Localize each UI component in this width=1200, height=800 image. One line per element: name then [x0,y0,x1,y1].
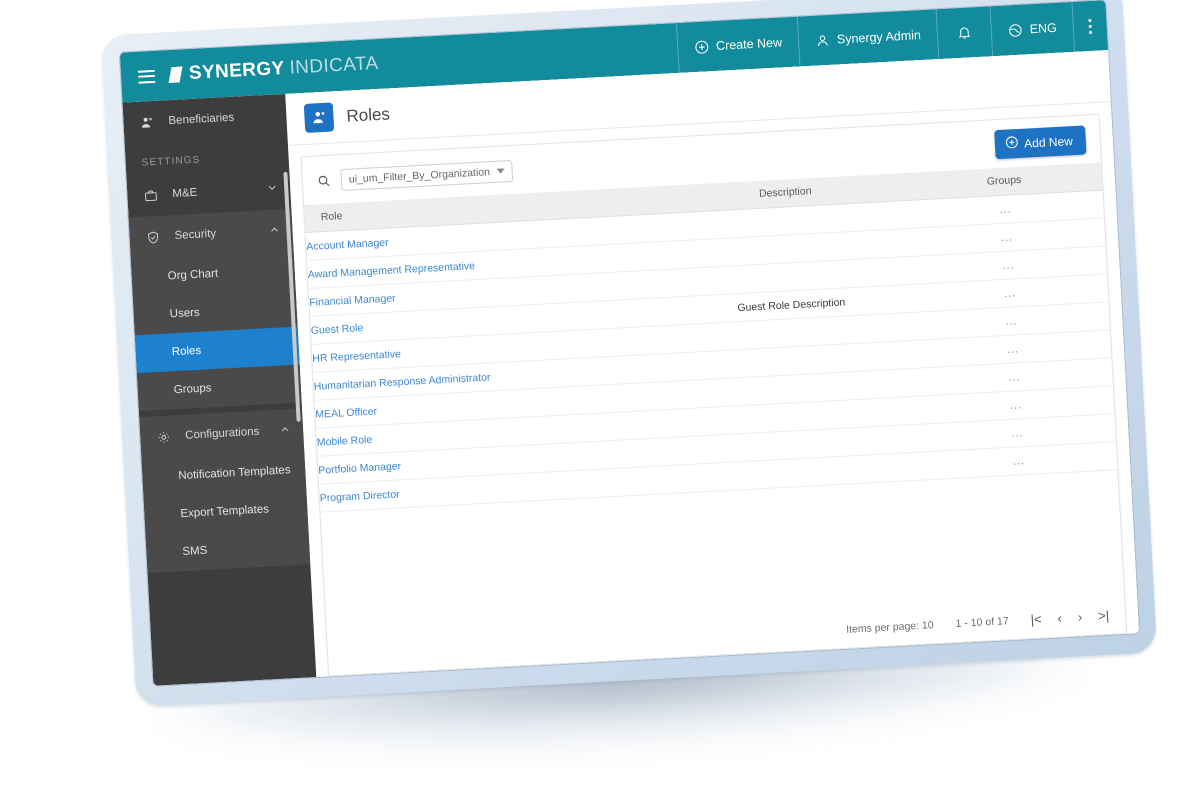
language-label: ENG [1029,20,1058,37]
app-body: Beneficiaries SETTINGS M&E Security Org … [122,50,1140,686]
create-new-label: Create New [715,35,783,53]
sidebar-subitem-label: Users [169,306,201,321]
search-icon[interactable] [317,173,332,188]
sidebar-item-sms[interactable]: SMS [145,526,311,573]
briefcase-icon [143,187,163,203]
items-per-page-value: 10 [921,618,934,632]
globe-icon [1007,22,1023,38]
sidebar-group-security-wrapper: Security Org Chart Users Roles Groups [128,208,302,412]
user-account-label: Synergy Admin [836,28,922,47]
sidebar-subitem-label: SMS [182,544,208,559]
filter-by-organization-select[interactable]: ui_um_Filter_By_Organization [340,159,514,191]
logo-mark-icon [168,66,184,83]
last-page-button[interactable]: >| [1098,608,1110,624]
user-icon [815,32,831,48]
screenshot-stage: SYNERGY INDICATA Create New Synergy Admi… [0,0,1200,800]
chevron-up-icon [268,223,281,239]
user-account-button[interactable]: Synergy Admin [796,9,939,67]
pagination-buttons: |< ‹ › >| [1030,608,1110,627]
create-new-button[interactable]: Create New [675,16,800,73]
add-new-button[interactable]: Add New [994,125,1087,160]
language-button[interactable]: ENG [989,1,1075,57]
main-content: Roles ui_um_Filter_By_Organization Add N… [285,50,1140,678]
sidebar-subitem-label: Notification Templates [178,464,291,483]
plus-circle-icon [1005,135,1020,153]
app-logo: SYNERGY INDICATA [167,53,379,86]
page-title: Roles [345,103,391,126]
sidebar-subitem-label: Groups [173,382,212,397]
chevron-down-icon [266,181,279,197]
shield-check-icon [145,229,165,245]
notifications-button[interactable] [935,6,993,60]
sidebar-navigation: Beneficiaries SETTINGS M&E Security Org … [122,93,317,686]
sidebar-group-label: Security [174,227,217,243]
hamburger-icon[interactable] [137,69,156,84]
sidebar-item-label: Beneficiaries [168,111,235,128]
brand-name-secondary: INDICATA [289,52,380,79]
add-new-label: Add New [1023,133,1074,151]
first-page-button[interactable]: |< [1030,611,1042,627]
sidebar-group-configurations-wrapper: Configurations Notification Templates Ex… [139,408,311,573]
chevron-down-icon [496,168,505,174]
sidebar-subitem-label: Org Chart [167,267,219,283]
kebab-menu-icon[interactable] [1071,0,1109,52]
next-page-button[interactable]: › [1077,609,1082,624]
sidebar-subitem-label: Export Templates [180,503,270,521]
items-per-page[interactable]: Items per page: 10 [846,619,934,636]
sidebar-subitem-label: Roles [171,344,202,359]
tablet-device-frame: SYNERGY INDICATA Create New Synergy Admi… [100,0,1158,707]
previous-page-button[interactable]: ‹ [1057,610,1062,625]
filter-select-value: ui_um_Filter_By_Organization [348,165,491,186]
gear-icon [156,429,176,445]
plus-circle-icon [694,39,710,55]
roles-table: Role Description Groups Account Manager.… [304,162,1118,513]
beneficiaries-icon [139,114,159,130]
roles-user-icon [303,102,335,133]
pagination-range: 1 - 10 of 17 [955,614,1009,630]
tablet-screen: SYNERGY INDICATA Create New Synergy Admi… [119,0,1140,686]
sidebar-group-label: Configurations [184,425,260,442]
bell-icon [956,24,972,41]
roles-card: ui_um_Filter_By_Organization Add New Rol… [300,113,1128,677]
sidebar-group-label: M&E [172,186,198,201]
chevron-up-icon [279,423,292,439]
items-per-page-label: Items per page: [845,619,920,636]
roles-table-body: Account Manager... Award Management Repre… [305,190,1118,513]
brand-name-primary: SYNERGY [188,57,286,85]
